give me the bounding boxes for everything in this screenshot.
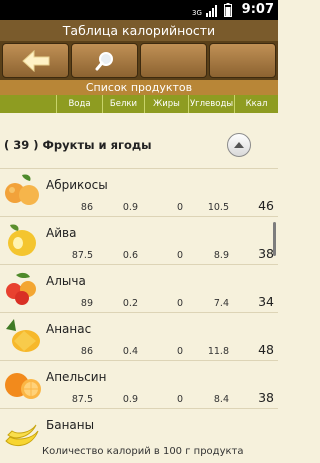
back-button[interactable] [2,43,69,78]
protein-value: 0.2 [122,298,138,309]
apricot-image [5,174,39,205]
fat-value: 0 [176,202,183,213]
banana-image [5,424,39,447]
product-name: Абрикосы [46,178,108,192]
water-value: 86 [80,346,93,357]
kcal-value: 38 [258,246,274,261]
water-value: 87.5 [71,394,93,405]
kcal-value: 46 [258,198,274,213]
chevron-up-icon [234,142,244,148]
kcal-value: 34 [258,294,274,309]
back-arrow-icon [21,49,49,72]
column-water[interactable]: Вода [56,95,102,113]
toolbar-button-4[interactable] [209,43,276,78]
toolbar [0,41,278,80]
kcal-value: 38 [258,390,274,405]
category-header[interactable]: ( 39 ) Фрукты и ягоды [0,124,278,168]
list-item[interactable]: Алыча 89 0.2 0 7.4 34 [0,264,278,312]
column-kcal[interactable]: Ккал [234,95,278,113]
app-title: Таблица калорийности [0,20,278,41]
collapse-button[interactable] [227,133,251,157]
carbs-value: 8.9 [213,250,229,261]
fat-value: 0 [176,298,183,309]
orange-image [5,373,41,399]
search-icon [95,51,113,70]
product-name: Айва [46,226,77,240]
water-value: 86 [80,202,93,213]
fat-value: 0 [176,250,183,261]
kcal-value: 48 [258,342,274,357]
list-item[interactable]: Апельсин 87.5 0.9 0 8.4 38 [0,360,278,408]
pineapple-image [6,319,40,352]
quince-image [8,224,36,256]
product-name: Алыча [46,274,86,288]
signal-icon [206,5,217,17]
protein-value: 0.4 [122,346,138,357]
product-name: Апельсин [46,370,107,384]
column-protein[interactable]: Белки [102,95,144,113]
carbs-value: 10.5 [207,202,229,213]
battery-icon [224,3,232,17]
clock: 9:07 [241,2,274,17]
category-label: ( 39 ) Фрукты и ягоды [4,138,152,152]
column-fat[interactable]: Жиры [144,95,188,113]
cherry-plum-image [6,272,36,305]
section-header: Список продуктов [0,80,278,95]
protein-value: 0.6 [122,250,138,261]
carbs-value: 11.8 [207,346,229,357]
status-bar: 3G 9:07 [0,0,278,20]
list-item[interactable]: Абрикосы 86 0.9 0 10.5 46 [0,168,278,216]
water-value: 89 [80,298,93,309]
toolbar-button-3[interactable] [140,43,207,78]
fat-value: 0 [176,346,183,357]
network-type-icon: 3G [192,9,202,17]
list-item[interactable]: Ананас 86 0.4 0 11.8 48 [0,312,278,360]
protein-value: 0.9 [122,202,138,213]
product-name: Бананы [46,418,95,432]
column-carbs[interactable]: Углеводы [188,95,234,113]
fat-value: 0 [176,394,183,405]
carbs-value: 7.4 [213,298,229,309]
kcal-tooltip: Количество калорий в 100 г продукта [42,446,244,457]
carbs-value: 8.4 [213,394,229,405]
product-list: Абрикосы 86 0.9 0 10.5 46 Айва 87.5 0.6 … [0,168,278,463]
search-button[interactable] [71,43,138,78]
product-name: Ананас [46,322,92,336]
column-headers: Вода Белки Жиры Углеводы Ккал [0,95,278,113]
scrollbar[interactable] [273,222,276,256]
status-icons: 3G [192,3,232,17]
water-value: 87.5 [71,250,93,261]
protein-value: 0.9 [122,394,138,405]
list-item[interactable]: Айва 87.5 0.6 0 8.9 38 [0,216,278,264]
